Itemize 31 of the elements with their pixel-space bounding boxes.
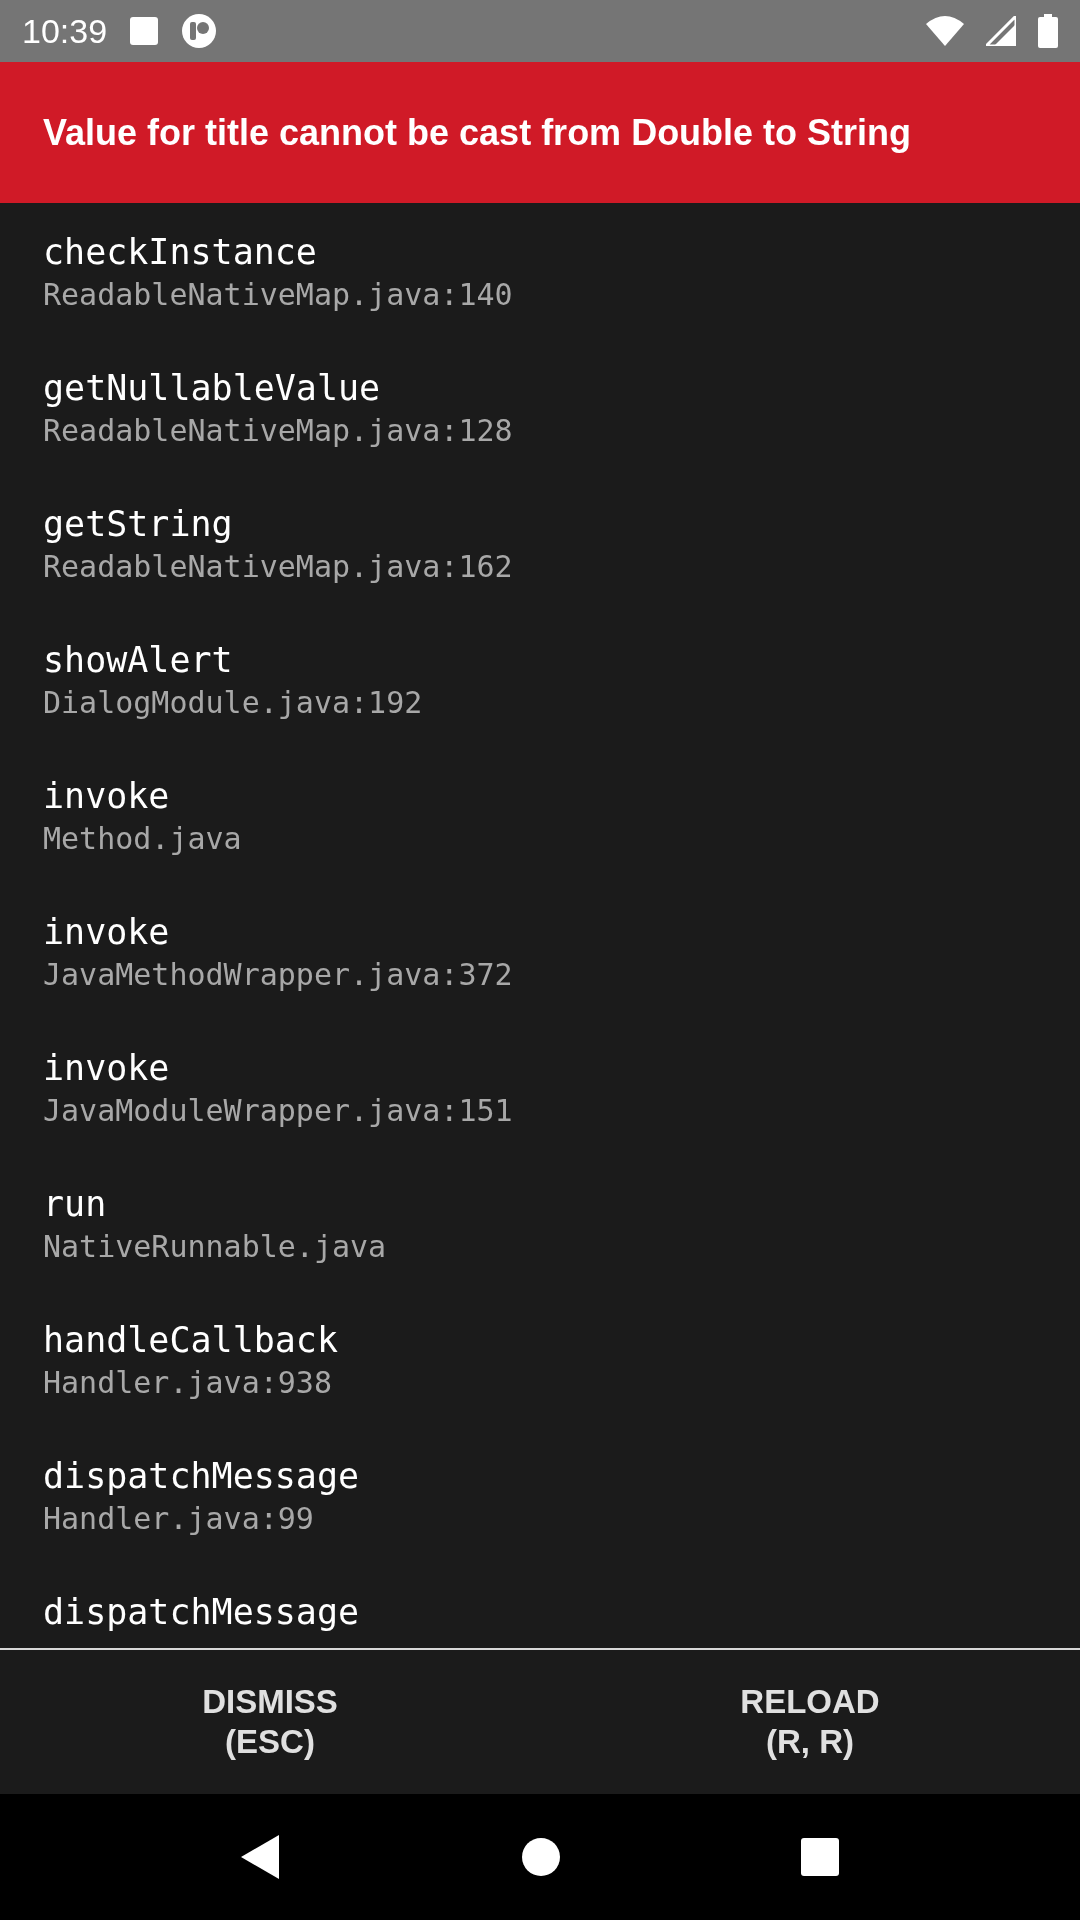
stack-frame-file: Handler.java:99 — [43, 1500, 314, 1538]
wifi-icon — [926, 16, 964, 46]
stack-frame-file: Handler.java:938 — [43, 1364, 332, 1402]
back-icon[interactable] — [240, 1835, 281, 1879]
stack-frame-file: JavaMethodWrapper.java:372 — [43, 956, 513, 994]
clock: 10:39 — [22, 11, 108, 51]
stack-frame-method[interactable]: handleCallback — [43, 1317, 338, 1363]
app-notification-icon — [181, 13, 218, 49]
stack-frame-file: JavaModuleWrapper.java:151 — [43, 1092, 513, 1130]
stack-frame-file: Method.java — [43, 820, 242, 858]
stack-frame-file: DialogModule.java:192 — [43, 684, 423, 722]
overview-icon[interactable] — [801, 1838, 840, 1876]
home-icon[interactable] — [522, 1838, 560, 1876]
stack-frame-method[interactable]: dispatchMessage — [43, 1453, 360, 1499]
stack-frame-method[interactable]: checkInstance — [43, 229, 317, 275]
stack-frame-method[interactable]: getString — [43, 501, 233, 547]
stack-frame-file: NativeRunnable.java — [43, 1228, 387, 1266]
stack-frame-method[interactable]: invoke — [43, 909, 170, 955]
stack-frame-method[interactable]: dispatchMessage — [43, 1589, 360, 1635]
signal-icon — [986, 16, 1016, 46]
error-title: Value for title cannot be cast from Double to String — [43, 111, 912, 154]
stack-frame-method[interactable]: showAlert — [43, 637, 233, 683]
stack-frame-file: ReadableNativeMap.java:140 — [43, 276, 513, 314]
notification-icon — [129, 16, 160, 46]
stack-frame-method[interactable]: run — [43, 1181, 107, 1227]
stack-frame-file: ReadableNativeMap.java:162 — [43, 548, 513, 586]
stack-frame-method[interactable]: getNullableValue — [43, 365, 381, 411]
stack-frame-method[interactable]: invoke — [43, 773, 170, 819]
stack-frame-method[interactable]: invoke — [43, 1045, 170, 1091]
battery-icon — [1038, 14, 1058, 48]
stack-frame-file: ReadableNativeMap.java:128 — [43, 412, 513, 450]
